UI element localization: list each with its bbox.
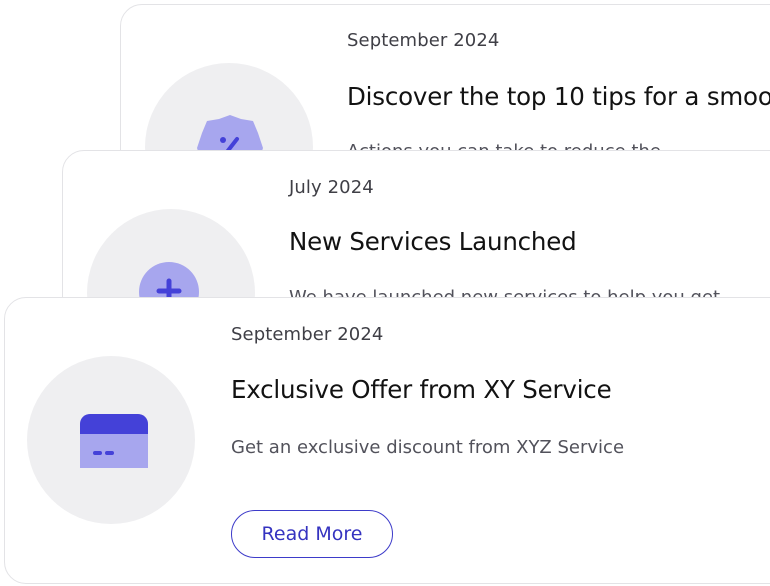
card-date: September 2024 — [231, 324, 384, 345]
stacked-news-cards: September 2024 Discover the top 10 tips … — [0, 0, 770, 586]
card-title: Exclusive Offer from XY Service — [231, 375, 612, 404]
read-more-button[interactable]: Read More — [231, 510, 393, 558]
news-card-offer[interactable]: September 2024 Exclusive Offer from XY S… — [4, 297, 770, 584]
card-date: September 2024 — [347, 30, 500, 51]
credit-card-icon — [80, 414, 148, 468]
card-title: Discover the top 10 tips for a smooth — [347, 82, 770, 111]
card-title: New Services Launched — [289, 227, 577, 256]
card-date: July 2024 — [289, 177, 374, 198]
card-description: Get an exclusive discount from XYZ Servi… — [231, 437, 625, 458]
